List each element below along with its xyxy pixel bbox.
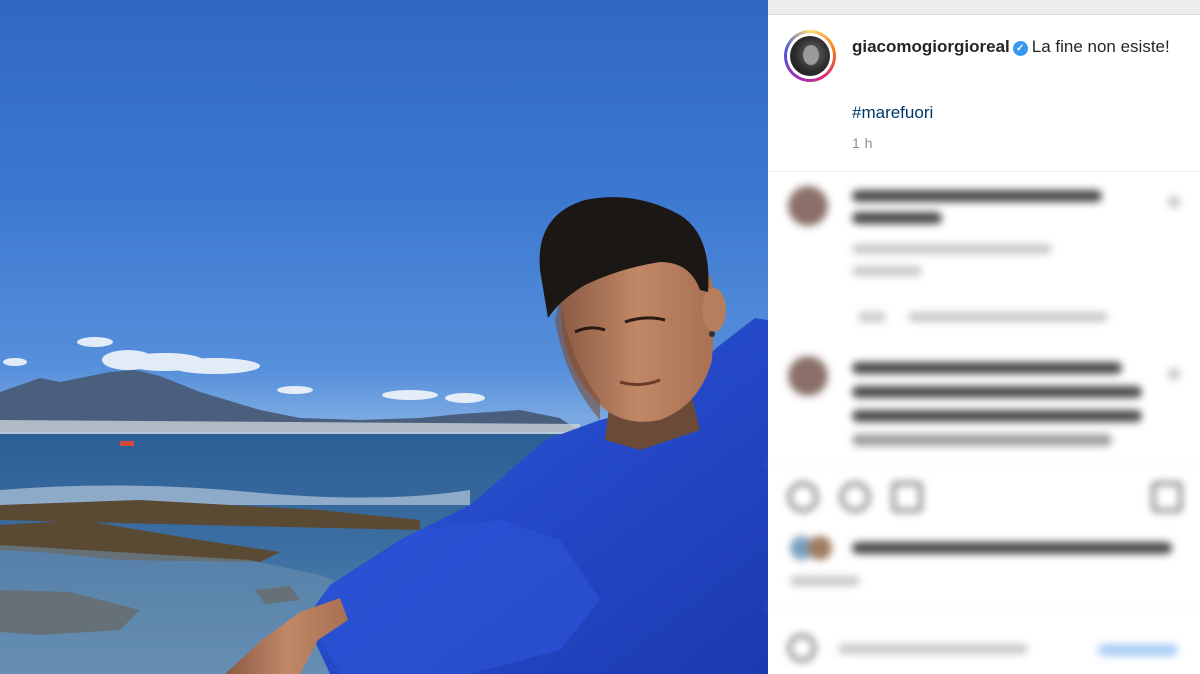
post-timestamp[interactable]: 1 h	[852, 135, 873, 151]
comment-text-line	[852, 212, 942, 224]
comment-meta-line	[852, 266, 922, 276]
comment-box-divider	[768, 608, 1200, 609]
comment-icon[interactable]	[840, 482, 870, 512]
heart-icon[interactable]	[1168, 368, 1180, 380]
view-replies-line	[908, 312, 1108, 322]
bookmark-icon[interactable]	[1152, 482, 1182, 512]
add-comment-input[interactable]	[838, 644, 1028, 654]
top-divider	[768, 14, 1200, 15]
comment-text-line	[852, 362, 1122, 374]
share-icon[interactable]	[892, 482, 922, 512]
avatar-image	[790, 36, 830, 76]
verified-badge-icon: ✓	[1012, 41, 1028, 56]
hashtag-link[interactable]: #marefuori	[852, 103, 933, 123]
post-caption: giacomogiorgioreal ✓ La fine non esiste!	[852, 35, 1182, 59]
top-strip	[768, 0, 1200, 14]
heart-icon[interactable]	[1168, 196, 1180, 208]
photo-scene	[0, 197, 768, 674]
post-comment-button[interactable]	[1098, 644, 1178, 656]
actions-divider	[768, 464, 1200, 465]
heart-icon[interactable]	[788, 482, 818, 512]
avatar-ring-gap	[787, 33, 833, 79]
comment-avatar	[788, 186, 828, 226]
blurred-comments-area	[768, 172, 1200, 674]
caption-text: La fine non esiste!	[1031, 37, 1170, 56]
username-link[interactable]: giacomogiorgioreal	[852, 37, 1010, 56]
profile-avatar[interactable]	[784, 30, 836, 82]
likes-line	[852, 542, 1172, 554]
comment-text-line	[852, 386, 1142, 398]
date-line	[790, 576, 860, 586]
liker-avatar	[808, 536, 832, 560]
emoji-icon[interactable]	[788, 634, 816, 662]
replies-line	[858, 312, 886, 322]
comment-text-line	[852, 410, 1142, 422]
post-sidebar: giacomogiorgioreal ✓ La fine non esiste! #…	[768, 0, 1200, 674]
comment-text-line	[852, 190, 1102, 202]
comment-avatar	[788, 356, 828, 396]
comment-meta-line	[852, 244, 1052, 254]
comment-text-line	[852, 434, 1112, 446]
post-photo[interactable]	[0, 0, 768, 674]
